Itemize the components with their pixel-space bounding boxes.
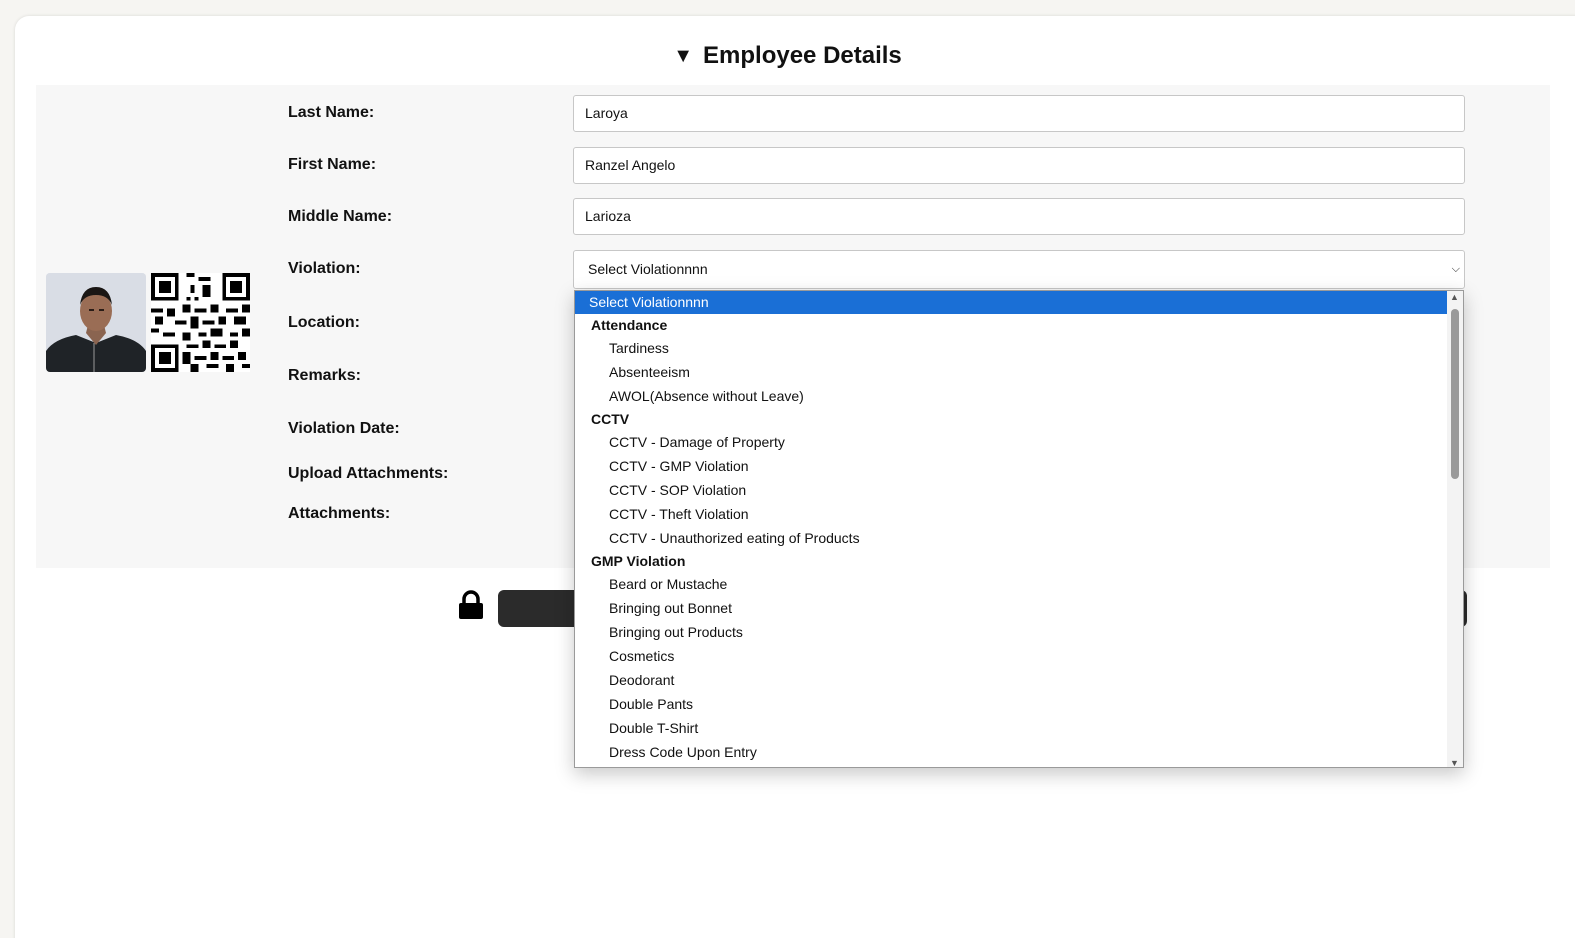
dropdown-scrollbar[interactable]: ▲ ▼ xyxy=(1447,291,1463,767)
dropdown-option[interactable]: Absenteeism xyxy=(575,360,1449,384)
violation-label: Violation: xyxy=(288,260,361,277)
dropdown-option[interactable]: CCTV - Unauthorized eating of Products xyxy=(575,526,1449,550)
chevron-down-icon: ⌵ xyxy=(1451,263,1460,275)
middle-name-label: Middle Name: xyxy=(288,208,393,225)
dropdown-option[interactable]: CCTV - Theft Violation xyxy=(575,502,1449,526)
dropdown-option-selected[interactable]: Select Violationnnn xyxy=(575,291,1449,314)
dropdown-group-label: Attendance xyxy=(591,317,668,333)
dropdown-option[interactable]: Bringing out Products xyxy=(575,620,1449,644)
dropdown-option[interactable]: Beard or Mustache xyxy=(575,572,1449,596)
dropdown-option[interactable]: CCTV - GMP Violation xyxy=(575,454,1449,478)
scroll-up-icon[interactable]: ▲ xyxy=(1450,292,1459,302)
section-header[interactable]: ▼ Employee Details xyxy=(0,42,1575,70)
violation-dropdown-list[interactable]: Select Violationnnn Attendance Tardiness Ab… xyxy=(574,290,1464,768)
dropdown-group-label: CCTV xyxy=(591,411,630,427)
dropdown-option[interactable]: AWOL(Absence without Leave) xyxy=(575,384,1449,408)
violation-date-label: Violation Date: xyxy=(288,420,400,437)
attachments-label: Attachments: xyxy=(288,505,391,522)
last-name-label: Last Name: xyxy=(288,104,375,121)
first-name-input[interactable]: Ranzel Angelo xyxy=(573,147,1465,184)
remarks-label: Remarks: xyxy=(288,367,361,384)
dropdown-option[interactable]: Deodorant xyxy=(575,668,1449,692)
middle-name-input[interactable]: Larioza xyxy=(573,198,1465,235)
violation-select[interactable]: Select Violationnnn ⌵ xyxy=(573,250,1465,289)
section-title: Employee Details xyxy=(703,42,902,69)
lock-icon xyxy=(458,590,484,620)
dropdown-option[interactable]: Double T-Shirt xyxy=(575,716,1449,740)
first-name-label: First Name: xyxy=(288,156,377,173)
dropdown-options[interactable]: Select Violationnnn Attendance Tardiness Ab… xyxy=(575,291,1449,767)
qr-code xyxy=(151,273,250,372)
employee-photo xyxy=(46,273,146,372)
location-label: Location: xyxy=(288,314,360,331)
dropdown-option[interactable]: Extension Eyelash xyxy=(575,764,1449,767)
last-name-input[interactable]: Laroya xyxy=(573,95,1465,132)
dropdown-option[interactable]: CCTV - SOP Violation xyxy=(575,478,1449,502)
upload-attachments-label: Upload Attachments: xyxy=(288,465,449,482)
scroll-down-icon[interactable]: ▼ xyxy=(1450,758,1459,767)
scrollbar-thumb[interactable] xyxy=(1451,309,1459,479)
dropdown-option[interactable]: Dress Code Upon Entry xyxy=(575,740,1449,764)
violation-select-value: Select Violationnnn xyxy=(588,261,708,277)
dropdown-option[interactable]: Cosmetics xyxy=(575,644,1449,668)
triangle-down-icon: ▼ xyxy=(673,45,694,67)
dropdown-option[interactable]: Double Pants xyxy=(575,692,1449,716)
dropdown-option[interactable]: Tardiness xyxy=(575,336,1449,360)
dropdown-option[interactable]: CCTV - Damage of Property xyxy=(575,430,1449,454)
dropdown-option[interactable]: Bringing out Bonnet xyxy=(575,596,1449,620)
dropdown-group-label: GMP Violation xyxy=(591,553,686,569)
